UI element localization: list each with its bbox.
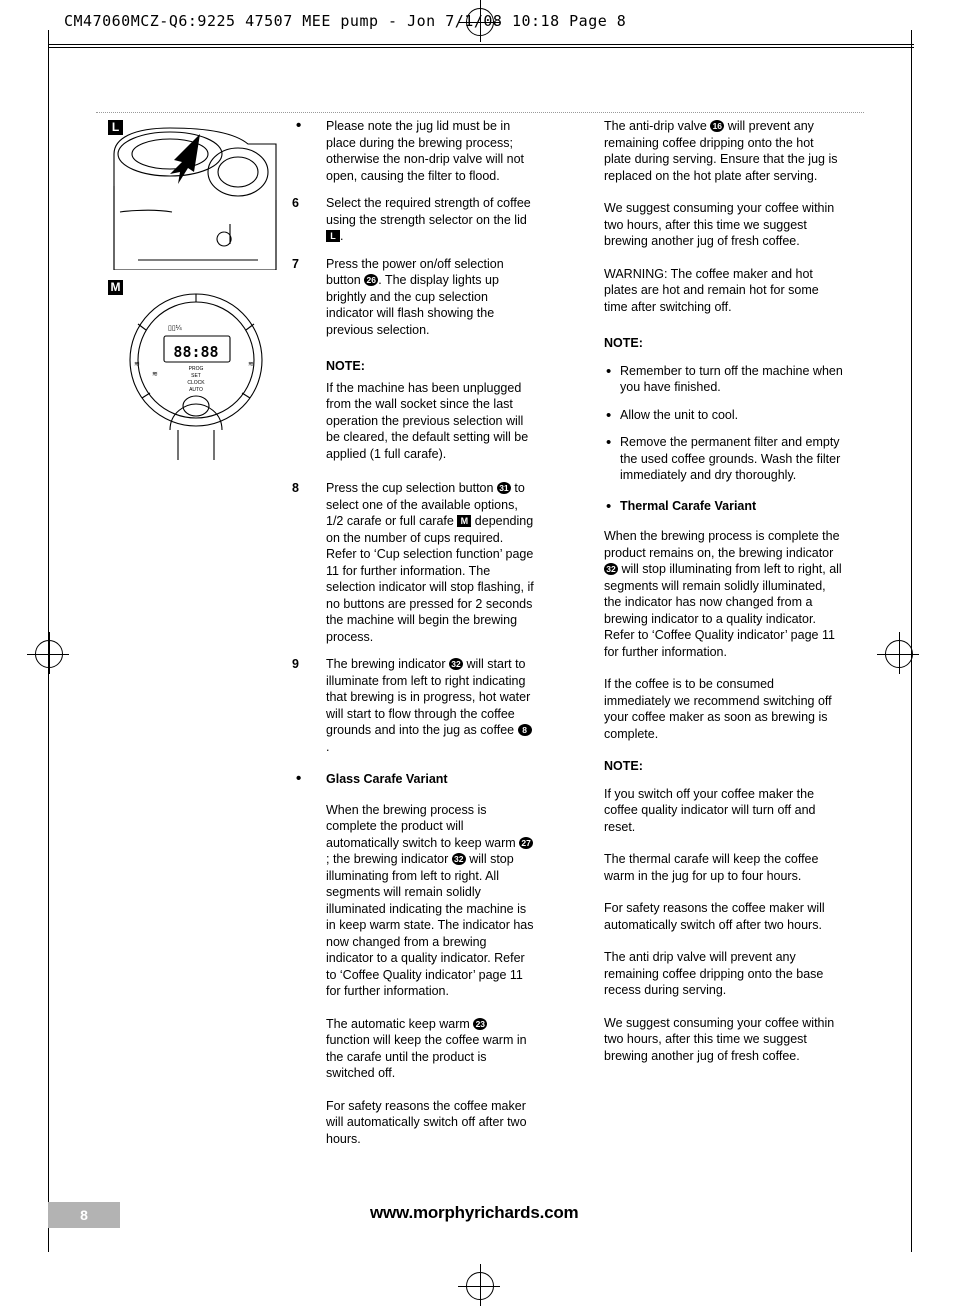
- thermal-carafe-heading: Thermal Carafe Variant: [620, 498, 757, 513]
- reference-badge-L: L: [326, 230, 340, 242]
- list-item-text: Press the power on/off selection button …: [326, 257, 504, 337]
- reference-badge-8: 8: [517, 724, 532, 736]
- glass-carafe-para2-pre: The automatic keep warm: [326, 1016, 474, 1031]
- glass-carafe-para1-pre: When the brewing process is complete the…: [326, 802, 520, 850]
- page-number: 8: [80, 1207, 88, 1223]
- header-rule: [48, 44, 914, 45]
- list-item-text: Allow the unit to cool.: [620, 407, 739, 422]
- glass-carafe-para1-post: will stop illuminating from left to righ…: [326, 852, 534, 998]
- glass-carafe-heading: Glass Carafe Variant: [326, 772, 448, 786]
- note-heading-b: NOTE:: [292, 358, 534, 375]
- svg-text:PROG: PROG: [189, 366, 204, 372]
- bullet-dot: •: [606, 434, 612, 451]
- column-middle: • Please note the jug lid must be in pla…: [292, 118, 534, 1158]
- reference-badge-32-c: 32: [604, 563, 618, 575]
- svg-text:SET: SET: [191, 373, 201, 379]
- list-item-text: Press the cup selection button 31 to sel…: [326, 481, 534, 644]
- bullet-marker: •: [296, 117, 302, 134]
- bullet-marker-glass-carafe: •: [296, 770, 302, 787]
- crop-mark-right: [911, 30, 912, 1252]
- section-thermal-carafe: • Thermal Carafe Variant: [604, 498, 844, 515]
- list-item-text: The brewing indicator 32 will start to i…: [326, 657, 532, 754]
- step-6-text-post: .: [340, 229, 344, 243]
- thermal-para1-pre: When the brewing process is complete the…: [604, 529, 840, 560]
- reference-badge-27: 27: [519, 836, 534, 849]
- thermal-carafe-para-5: The anti drip valve will prevent any rem…: [604, 950, 824, 997]
- figure-label-L: L: [108, 120, 123, 135]
- figure-label-M: M: [108, 280, 123, 295]
- note-label-c: NOTE:: [604, 336, 643, 350]
- print-header-slug: CM47060MCZ-Q6:9225 47507 MEE pump - Jon …: [64, 12, 627, 30]
- list-item-6: 6 Select the required strength of coffee…: [292, 195, 534, 245]
- reference-badge-M: M: [457, 515, 472, 527]
- step-number-7: 7: [292, 256, 299, 271]
- registration-mark-left: [27, 632, 69, 674]
- consume-within-two-hours-para: We suggest consuming your coffee within …: [604, 201, 835, 248]
- step-8-text-3: depending on the number of cups required…: [326, 514, 534, 644]
- reference-badge-16: 16: [710, 120, 725, 132]
- svg-text:▯▯¼: ▯▯¼: [168, 325, 182, 332]
- thermal-carafe-para-6: We suggest consuming your coffee within …: [604, 1015, 835, 1063]
- step-9-text-3: .: [326, 739, 330, 754]
- list-item-bullet-lid-note: • Please note the jug lid must be in pla…: [292, 118, 534, 184]
- reference-badge-23: 23: [473, 1017, 488, 1030]
- anti-drip-pre: The anti-drip valve: [604, 119, 711, 133]
- list-item-text: Select the required strength of coffee u…: [326, 196, 531, 243]
- glass-carafe-para2-post: function will keep the coffee warm in th…: [326, 1033, 527, 1080]
- list-item-text: Remember to turn off the machine when yo…: [620, 363, 843, 395]
- glass-carafe-para-3: For safety reasons the coffee maker will…: [326, 1098, 527, 1146]
- thermal-carafe-para-4: For safety reasons the coffee maker will…: [604, 901, 825, 932]
- note-label-c2: NOTE:: [604, 759, 643, 773]
- list-item-text: Remove the permanent filter and empty th…: [620, 435, 841, 482]
- list-item-text: Please note the jug lid must be in place…: [326, 119, 525, 183]
- header-rule-secondary: [48, 47, 914, 48]
- note-body-c2: If you switch off your coffee maker the …: [604, 786, 816, 834]
- svg-text:88:88: 88:88: [173, 343, 218, 361]
- list-item-turn-off: • Remember to turn off the machine when …: [604, 363, 844, 396]
- bullet-dot: •: [606, 406, 612, 424]
- reference-badge-32-b: 32: [451, 853, 466, 865]
- website-url: www.morphyrichards.com: [370, 1203, 579, 1222]
- svg-text:≋: ≋: [248, 361, 254, 368]
- warning-para: WARNING: The coffee maker and hot plates…: [604, 266, 819, 314]
- thermal-carafe-para-3: The thermal carafe will keep the coffee …: [604, 852, 819, 883]
- list-item-remove-filter: • Remove the permanent filter and empty …: [604, 434, 844, 484]
- content-top-dotted-rule: [96, 112, 864, 113]
- section-glass-carafe: • Glass Carafe Variant: [292, 771, 534, 788]
- anti-drip-valve-para: The anti-drip valve 16 will prevent any …: [604, 118, 844, 184]
- thermal-para1-post: will stop illuminating from left to righ…: [604, 562, 842, 659]
- column-right: The anti-drip valve 16 will prevent any …: [604, 118, 844, 1075]
- step-6-text-pre: Select the required strength of coffee u…: [326, 196, 531, 227]
- list-item-8: 8 Press the cup selection button 31 to s…: [292, 480, 534, 645]
- svg-text:AUTO: AUTO: [189, 387, 203, 393]
- bullet-dot: •: [606, 497, 612, 515]
- step-9-text-1: The brewing indicator: [326, 657, 449, 671]
- note-body-b: If the machine has been unplugged from t…: [326, 380, 529, 461]
- list-item-9: 9 The brewing indicator 32 will start to…: [292, 656, 534, 755]
- glass-carafe-para-1: When the brewing process is complete the…: [292, 802, 534, 1000]
- step-number-8: 8: [292, 481, 299, 495]
- step-8-text-1: Press the cup selection button: [326, 481, 497, 495]
- note-label: NOTE:: [326, 359, 365, 373]
- svg-text:≋: ≋: [152, 371, 158, 378]
- thermal-carafe-para-2: If the coffee is to be consumed immediat…: [604, 677, 832, 741]
- list-item-allow-cool: • Allow the unit to cool.: [604, 407, 844, 424]
- registration-mark-right: [877, 632, 919, 674]
- step-number-9: 9: [292, 657, 299, 671]
- figure-coffee-maker-lid: [108, 120, 288, 271]
- bullet-dot: •: [606, 362, 612, 380]
- glass-carafe-para-2: The automatic keep warm 23 function will…: [292, 1016, 534, 1082]
- registration-mark-bottom: [458, 1264, 500, 1306]
- figure-control-panel: 88:88 PROG SET CLOCK AUTO ▯▯¼ ≋ ≋ ≋: [108, 280, 288, 460]
- glass-carafe-para1-mid: ; the brewing indicator: [326, 852, 452, 866]
- reference-badge-32: 32: [448, 658, 463, 670]
- reference-badge-31: 31: [496, 482, 511, 494]
- list-item-7: 7 Press the power on/off selection butto…: [292, 256, 534, 339]
- thermal-carafe-para-1: When the brewing process is complete the…: [604, 528, 844, 660]
- step-number-6: 6: [292, 196, 299, 210]
- svg-text:≋: ≋: [134, 361, 140, 368]
- svg-text:CLOCK: CLOCK: [187, 380, 205, 386]
- reference-badge-26: 26: [364, 274, 379, 286]
